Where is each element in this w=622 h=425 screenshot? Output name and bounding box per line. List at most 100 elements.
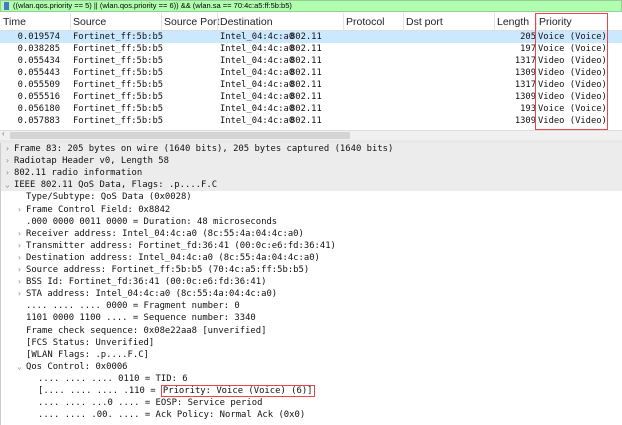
detail-text: [FCS Status: Unverified]: [26, 337, 155, 348]
detail-line[interactable]: › STA address: Intel_04:4c:a0 (8c:55:4a:0…: [1, 288, 622, 300]
expand-arrow-icon[interactable]: ›: [17, 288, 22, 300]
packet-row[interactable]: 0.055516 Fortinet_ff:5b:b5 Intel_04:4c:a0 8…: [0, 91, 622, 103]
filter-text[interactable]: ((wlan.qos.priority == 5) || (wlan.qos.p…: [13, 1, 292, 10]
collapse-arrow-icon[interactable]: ⌄: [17, 361, 22, 373]
detail-text: Type/Subtype: QoS Data (0x0028): [26, 192, 192, 203]
detail-line[interactable]: [FCS Status: Unverified]: [1, 337, 622, 349]
cell-len: 1309: [514, 68, 536, 78]
detail-text: 1101 0000 1100 .... = Sequence number: 3…: [26, 313, 256, 324]
packet-row[interactable]: 0.055434 Fortinet_ff:5b:b5 Intel_04:4c:a0 8…: [0, 55, 622, 67]
cell-dest: Intel_04:4c:a0: [220, 32, 295, 42]
cell-len: 197: [520, 44, 536, 54]
cell-source: Fortinet_ff:5b:b5: [73, 92, 164, 102]
detail-line[interactable]: › Frame 83: 205 bytes on wire (1640 bits)…: [1, 143, 622, 155]
scrollbar-thumb[interactable]: [10, 132, 350, 139]
column-separator[interactable]: [403, 13, 404, 31]
detail-text: .000 0000 0011 0000 = Duration: 48 micro…: [26, 216, 278, 227]
detail-line[interactable]: › 802.11 radio information: [1, 167, 622, 180]
expand-arrow-icon[interactable]: ›: [17, 252, 22, 264]
column-separator[interactable]: [343, 13, 344, 31]
expand-arrow-icon[interactable]: ›: [5, 155, 10, 167]
horizontal-scrollbar[interactable]: ‹: [0, 129, 622, 140]
detail-line[interactable]: [WLAN Flags: .p....F.C]: [1, 349, 622, 361]
detail-line[interactable]: › Frame Control Field: 0x8842: [1, 204, 622, 216]
expand-arrow-icon[interactable]: ›: [17, 204, 22, 216]
detail-line[interactable]: .000 0000 0011 0000 = Duration: 48 micro…: [1, 216, 622, 228]
detail-text: Frame check sequence: 0x08e22aa8 [unveri…: [26, 325, 267, 336]
packet-row[interactable]: 0.055443 Fortinet_ff:5b:b5 Intel_04:4c:a0 8…: [0, 67, 622, 79]
cell-proto: 802.11: [290, 104, 322, 114]
cell-dest: Intel_04:4c:a0: [220, 80, 295, 90]
cell-time: 0.057883: [17, 116, 60, 126]
column-header-source[interactable]: Source: [73, 16, 106, 28]
cell-source: Fortinet_ff:5b:b5: [73, 56, 164, 66]
cell-prio: Voice (Voice): [538, 104, 607, 114]
expand-arrow-icon[interactable]: ›: [17, 264, 22, 276]
column-header-source-port[interactable]: Source Port: [164, 16, 219, 28]
detail-line[interactable]: › BSS Id: Fortinet_fd:36:41 (00:0c:e6:fd:…: [1, 276, 622, 288]
detail-line[interactable]: › Source address: Fortinet_ff:5b:b5 (70:4…: [1, 264, 622, 276]
detail-text: BSS Id: Fortinet_fd:36:41 (00:0c:e6:fd:3…: [26, 277, 267, 288]
column-separator[interactable]: [217, 13, 218, 31]
column-header-length[interactable]: Length: [497, 16, 529, 28]
detail-line[interactable]: › Destination address: Intel_04:4c:a0 (8c…: [1, 252, 622, 264]
column-header-priority[interactable]: Priority: [539, 16, 572, 28]
column-separator[interactable]: [161, 13, 162, 31]
column-separator[interactable]: [494, 13, 495, 31]
expand-arrow-icon[interactable]: ›: [17, 228, 22, 240]
collapse-arrow-icon[interactable]: ⌄: [5, 179, 10, 191]
cell-dest: Intel_04:4c:a0: [220, 56, 295, 66]
expand-arrow-icon[interactable]: ›: [5, 167, 10, 179]
column-separator[interactable]: [536, 13, 537, 31]
column-header-destination[interactable]: Destination: [220, 16, 273, 28]
detail-text: Transmitter address: Fortinet_fd:36:41 (…: [26, 240, 336, 251]
detail-line[interactable]: Frame check sequence: 0x08e22aa8 [unveri…: [1, 325, 622, 337]
detail-text: .... .... .... 0000 = Fragment number: 0: [26, 301, 240, 312]
cell-prio: Video (Video): [538, 92, 607, 102]
detail-line[interactable]: [.... .... .... .110 = Priority: Voice (…: [1, 385, 622, 397]
column-separator[interactable]: [70, 13, 71, 31]
detail-line[interactable]: .... .... .... 0110 = TID: 6: [1, 373, 622, 385]
cell-len: 1309: [514, 116, 536, 126]
cell-source: Fortinet_ff:5b:b5: [73, 32, 164, 42]
column-header-time[interactable]: Time: [3, 16, 26, 28]
cell-time: 0.055516: [17, 92, 60, 102]
detail-line[interactable]: ⌄ Qos Control: 0x0006: [1, 361, 622, 373]
detail-text: 802.11 radio information: [14, 168, 143, 179]
detail-line[interactable]: › Receiver address: Intel_04:4c:a0 (8c:55…: [1, 228, 622, 240]
detail-line[interactable]: .... .... .00. .... = Ack Policy: Normal…: [1, 409, 622, 421]
detail-line[interactable]: .... .... ...0 .... = EOSP: Service peri…: [1, 397, 622, 409]
scroll-left-icon[interactable]: ‹: [2, 129, 5, 138]
cell-source: Fortinet_ff:5b:b5: [73, 104, 164, 114]
display-filter-bar[interactable]: ((wlan.qos.priority == 5) || (wlan.qos.p…: [0, 0, 622, 12]
cell-len: 205: [520, 32, 536, 42]
cell-proto: 802.11: [290, 68, 322, 78]
detail-line[interactable]: 1101 0000 1100 .... = Sequence number: 3…: [1, 312, 622, 324]
cell-proto: 802.11: [290, 116, 322, 126]
cell-dest: Intel_04:4c:a0: [220, 104, 295, 114]
detail-line[interactable]: › Transmitter address: Fortinet_fd:36:41 …: [1, 240, 622, 252]
detail-text: .... .... .00. .... = Ack Policy: Normal…: [38, 410, 306, 421]
bookmark-icon[interactable]: [4, 2, 9, 10]
expand-arrow-icon[interactable]: ›: [5, 143, 10, 155]
packet-row[interactable]: 0.057883 Fortinet_ff:5b:b5 Intel_04:4c:a0 8…: [0, 115, 622, 127]
detail-line[interactable]: ⌄ IEEE 802.11 QoS Data, Flags: .p....F.C: [1, 179, 622, 192]
expand-arrow-icon[interactable]: ›: [17, 276, 22, 288]
expand-arrow-icon[interactable]: ›: [17, 240, 22, 252]
cell-source: Fortinet_ff:5b:b5: [73, 116, 164, 126]
detail-line[interactable]: .... .... .... 0000 = Fragment number: 0: [1, 300, 622, 312]
cell-source: Fortinet_ff:5b:b5: [73, 68, 164, 78]
priority-field-highlight: Priority: Voice (Voice) (6)]: [160, 385, 315, 397]
packet-row[interactable]: 0.019574 Fortinet_ff:5b:b5 Intel_04:4c:a0 8…: [0, 31, 622, 43]
cell-proto: 802.11: [290, 44, 322, 54]
detail-line[interactable]: Type/Subtype: QoS Data (0x0028): [1, 191, 622, 203]
packet-row[interactable]: 0.038285 Fortinet_ff:5b:b5 Intel_04:4c:a0 8…: [0, 43, 622, 55]
detail-text: STA address: Intel_04:4c:a0 (8c:55:4a:04…: [26, 289, 278, 300]
column-header-protocol[interactable]: Protocol: [346, 16, 385, 28]
column-header-dst-port[interactable]: Dst port: [406, 16, 443, 28]
detail-line[interactable]: › Radiotap Header v0, Length 58: [1, 155, 622, 168]
packet-row[interactable]: 0.055509 Fortinet_ff:5b:b5 Intel_04:4c:a0 8…: [0, 79, 622, 91]
cell-dest: Intel_04:4c:a0: [220, 92, 295, 102]
detail-text: Receiver address: Intel_04:4c:a0 (8c:55:…: [26, 228, 304, 239]
packet-row[interactable]: 0.056180 Fortinet_ff:5b:b5 Intel_04:4c:a0 8…: [0, 103, 622, 115]
